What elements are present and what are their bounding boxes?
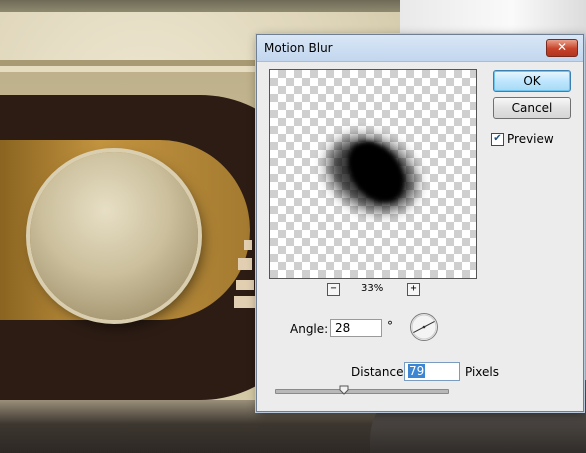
title-bar[interactable]: Motion Blur ✕ <box>257 35 583 62</box>
serrated-dial-shape <box>30 152 198 320</box>
distance-field[interactable]: 79 <box>404 362 460 381</box>
zoom-controls: − 33% + <box>269 283 475 297</box>
ok-button[interactable]: OK <box>493 70 571 92</box>
preview-label: Preview <box>507 132 554 146</box>
motion-blur-dialog: Motion Blur ✕ − 33% + OK Cancel ✔ Previe… <box>256 34 584 412</box>
zoom-in-icon: + <box>410 283 417 294</box>
distance-label: Distance: <box>351 365 408 379</box>
distance-slider-track[interactable] <box>275 389 449 394</box>
top-strip <box>0 0 400 12</box>
distance-value: 79 <box>408 364 426 378</box>
zoom-in-button[interactable]: + <box>407 283 420 296</box>
zoom-out-button[interactable]: − <box>327 283 340 296</box>
degree-symbol: ° <box>387 319 393 333</box>
angle-field[interactable]: 28 <box>330 319 382 337</box>
dialog-title: Motion Blur <box>264 41 333 55</box>
close-button[interactable]: ✕ <box>546 39 578 57</box>
preview-checkbox[interactable]: ✔ <box>491 133 504 146</box>
angle-dial[interactable] <box>409 312 439 342</box>
distance-slider-thumb[interactable] <box>339 385 349 395</box>
cancel-button[interactable]: Cancel <box>493 97 571 119</box>
blur-preview-image <box>328 137 416 211</box>
pixels-unit-label: Pixels <box>465 365 500 379</box>
zoom-level: 33% <box>361 283 384 294</box>
zoom-out-icon: − <box>330 283 337 294</box>
preview-pane[interactable] <box>269 69 477 279</box>
checkmark-icon: ✔ <box>493 133 502 144</box>
angle-label: Angle: <box>290 322 329 336</box>
close-icon: ✕ <box>556 40 568 54</box>
